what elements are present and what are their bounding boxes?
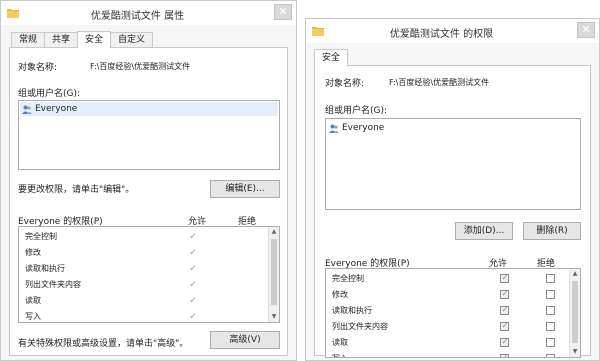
- user-item-everyone[interactable]: Everyone: [22, 104, 77, 114]
- checkmark-icon: ✓: [501, 353, 509, 358]
- checkmark-icon: ✓: [501, 305, 509, 314]
- scroll-thumb[interactable]: [572, 281, 578, 343]
- checkmark-icon: ✓: [501, 337, 509, 346]
- permission-name: 读取和执行: [332, 306, 372, 315]
- object-name-label: 对象名称:: [18, 63, 58, 73]
- checkmark-icon: ✓: [501, 321, 509, 330]
- window-title: 优爱酷测试文件 的权限: [389, 29, 494, 40]
- title-bar[interactable]: 优爱酷测试文件 的权限 ✕: [306, 19, 599, 43]
- edit-button[interactable]: 编辑(E)...: [210, 180, 280, 198]
- checkmark-icon: ✓: [501, 289, 509, 298]
- title-bar[interactable]: 优爱酷测试文件 属性 ✕: [1, 1, 296, 25]
- deny-checkbox[interactable]: [546, 322, 555, 331]
- deny-checkbox[interactable]: [546, 290, 555, 299]
- permission-name: 完全控制: [332, 274, 364, 283]
- allow-checkbox[interactable]: ✓: [499, 287, 509, 303]
- user-group-icon: [22, 105, 32, 114]
- scroll-up-icon[interactable]: ▲: [570, 269, 580, 279]
- object-name-value: F:\百度经验\优爱酷测试文件: [389, 78, 490, 87]
- allow-checkbox[interactable]: ✓: [499, 303, 509, 319]
- tab-strip: 安全: [314, 49, 349, 66]
- allow-check: ✓: [189, 296, 197, 306]
- folder-icon: [7, 9, 19, 18]
- permission-name: 读取: [25, 296, 41, 305]
- permission-name: 写入: [332, 351, 348, 357]
- permission-row: 读取和执行 ✓: [25, 261, 265, 277]
- permission-row: 修改 ✓: [332, 287, 566, 303]
- allow-check: ✓: [189, 280, 197, 290]
- user-name: Everyone: [35, 104, 78, 114]
- deny-checkbox[interactable]: [546, 306, 555, 315]
- permission-row: 列出文件夹内容 ✓: [332, 319, 566, 335]
- allow-check: ✓: [189, 312, 197, 322]
- permission-name: 列出文件夹内容: [25, 280, 81, 289]
- tab-strip: 常规 共享 安全 自定义: [11, 31, 154, 48]
- folder-icon: [312, 27, 324, 36]
- scroll-thumb[interactable]: [271, 239, 277, 305]
- tab-general[interactable]: 常规: [11, 32, 46, 48]
- tab-security[interactable]: 安全: [77, 31, 112, 48]
- tab-security[interactable]: 安全: [314, 49, 349, 66]
- advanced-hint: 有关特殊权限或高级设置，请单击"高级"。: [18, 339, 189, 349]
- user-list[interactable]: Everyone: [18, 100, 280, 170]
- permission-name: 读取和执行: [25, 264, 65, 273]
- permission-row: 修改 ✓: [25, 245, 265, 261]
- allow-checkbox[interactable]: ✓: [499, 351, 509, 358]
- permission-name: 写入: [25, 312, 41, 321]
- permission-row: 读取和执行 ✓: [332, 303, 566, 319]
- permissions-scrollbar[interactable]: ▲ ▼: [268, 227, 279, 322]
- user-group-icon: [329, 124, 339, 133]
- permission-name: 修改: [332, 290, 348, 299]
- scroll-down-icon[interactable]: ▼: [269, 312, 279, 322]
- deny-checkbox[interactable]: [546, 274, 555, 283]
- user-name: Everyone: [342, 123, 385, 133]
- permission-name: 修改: [25, 248, 41, 257]
- object-name-label: 对象名称:: [325, 79, 365, 89]
- user-item-everyone[interactable]: Everyone: [329, 123, 384, 133]
- checkmark-icon: ✓: [501, 273, 509, 282]
- group-user-label: 组或用户名(G):: [18, 89, 81, 99]
- permission-row: 读取 ✓: [332, 335, 566, 351]
- close-icon[interactable]: ✕: [274, 4, 292, 20]
- permissions-table: 完全控制 ✓ 修改 ✓ 读取和执行 ✓ 列出文件夹内容 ✓ 读取 ✓ 写入 ✓: [18, 226, 280, 323]
- group-user-label: 组或用户名(G):: [325, 106, 388, 116]
- allow-check: ✓: [189, 232, 197, 242]
- security-panel: 对象名称: F:\百度经验\优爱酷测试文件 组或用户名(G): Everyone…: [9, 47, 288, 356]
- permission-name: 完全控制: [25, 232, 57, 241]
- properties-dialog: 优爱酷测试文件 属性 ✕ 常规 共享 安全 自定义 对象名称: F:\百度经验\…: [0, 0, 297, 361]
- object-name-value: F:\百度经验\优爱酷测试文件: [90, 62, 191, 71]
- deny-checkbox[interactable]: [546, 354, 555, 357]
- permission-row: 完全控制 ✓: [25, 229, 265, 245]
- window-title: 优爱酷测试文件 属性: [90, 11, 185, 22]
- permission-row: 写入 ✓: [25, 309, 265, 322]
- permission-name: 读取: [332, 338, 348, 347]
- deny-checkbox[interactable]: [546, 338, 555, 347]
- advanced-button[interactable]: 高级(V): [210, 331, 280, 349]
- remove-button[interactable]: 删除(R): [523, 222, 581, 240]
- permission-row: 读取 ✓: [25, 293, 265, 309]
- tab-sharing[interactable]: 共享: [44, 32, 79, 48]
- scroll-down-icon[interactable]: ▼: [570, 347, 580, 357]
- change-hint: 要更改权限，请单击"编辑"。: [18, 185, 135, 195]
- user-list[interactable]: Everyone: [325, 118, 581, 210]
- add-button[interactable]: 添加(D)...: [455, 222, 513, 240]
- tab-customize[interactable]: 自定义: [110, 32, 154, 48]
- security-panel: 对象名称: F:\百度经验\优爱酷测试文件 组或用户名(G): Everyone…: [314, 65, 591, 358]
- permissions-table: 完全控制 ✓ 修改 ✓ 读取和执行 ✓ 列出文件夹内容 ✓ 读取 ✓ ✓ ▲ ▼: [325, 268, 581, 358]
- permission-row: 写入 ✓: [332, 351, 566, 358]
- permission-name: 列出文件夹内容: [332, 322, 388, 331]
- permission-row: 列出文件夹内容 ✓: [25, 277, 265, 293]
- allow-check: ✓: [189, 248, 197, 258]
- allow-check: ✓: [189, 264, 197, 274]
- allow-checkbox[interactable]: ✓: [499, 271, 509, 287]
- scroll-up-icon[interactable]: ▲: [269, 227, 279, 237]
- permissions-dialog: 优爱酷测试文件 的权限 ✕ 安全 对象名称: F:\百度经验\优爱酷测试文件 组…: [305, 18, 600, 361]
- allow-checkbox[interactable]: ✓: [499, 319, 509, 335]
- permission-row: 完全控制 ✓: [332, 271, 566, 287]
- allow-checkbox[interactable]: ✓: [499, 335, 509, 351]
- close-icon[interactable]: ✕: [577, 22, 595, 38]
- permissions-scrollbar[interactable]: ▲ ▼: [569, 269, 580, 357]
